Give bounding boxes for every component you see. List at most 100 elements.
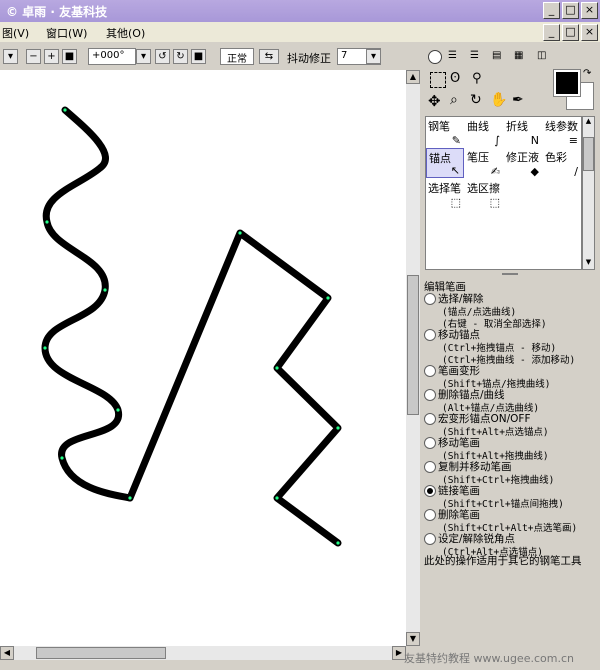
anchor-point bbox=[238, 231, 242, 235]
canvas-toolbar: ▾ − + ■ +000° ▾ ↺ ↻ ■ 正常 ⇆ 抖动修正 7 ▾ bbox=[0, 44, 420, 70]
watermark: 友基特约教程 www.ugee.com.cn bbox=[404, 652, 574, 665]
anchor-point bbox=[60, 456, 64, 460]
stroke-layer[interactable] bbox=[0, 70, 406, 646]
stabilizer-label: 抖动修正 bbox=[287, 52, 331, 65]
foreground-color-front[interactable] bbox=[553, 69, 581, 97]
rgb-slider-icon[interactable]: ☰ bbox=[448, 50, 464, 64]
color-brush-icon: ∕ bbox=[574, 165, 578, 178]
option-radio-6[interactable] bbox=[424, 461, 436, 473]
toolbar-menu-arrow-icon[interactable]: ▾ bbox=[3, 49, 18, 64]
rotate-icon[interactable]: ↻ bbox=[470, 92, 482, 108]
doc-minimize-button[interactable]: _ bbox=[543, 24, 560, 41]
option-radio-9[interactable] bbox=[424, 533, 436, 545]
mixer-icon[interactable]: ▦ bbox=[514, 50, 530, 64]
tool-select-pen[interactable]: 选择笔 ⬚ bbox=[426, 179, 464, 209]
stabilizer-dropdown-icon[interactable]: ▾ bbox=[366, 49, 381, 64]
scroll-down-icon[interactable]: ▼ bbox=[406, 632, 420, 646]
tool-pen[interactable]: 钢笔 ✎ bbox=[426, 117, 464, 147]
hand-icon[interactable]: ✋ bbox=[490, 92, 507, 108]
title-bar: © 卓雨 · 友基科技 _ □ × bbox=[0, 0, 600, 22]
lasso-icon[interactable]: ʘ bbox=[450, 71, 460, 86]
tool-select-erase[interactable]: 选区擦 ⬚ bbox=[465, 179, 503, 209]
anchor-cursor-icon: ↖ bbox=[450, 164, 460, 177]
tool-polyline[interactable]: 折线 N bbox=[504, 117, 542, 147]
panel-splitter[interactable] bbox=[502, 273, 518, 275]
anchor-point bbox=[43, 346, 47, 350]
rect-select-icon[interactable] bbox=[430, 72, 446, 88]
tool-line-params[interactable]: 线参数 ≡ bbox=[543, 117, 581, 147]
option-radio-3[interactable] bbox=[424, 389, 436, 401]
pen-icon: ✎ bbox=[451, 134, 461, 147]
eraser-icon: ◆ bbox=[530, 165, 539, 178]
zoom-reset-icon[interactable]: ■ bbox=[62, 49, 77, 64]
window-title: © 卓雨 · 友基科技 bbox=[6, 5, 108, 19]
pressure-icon: ✍ bbox=[490, 165, 500, 178]
doc-close-button[interactable]: × bbox=[581, 24, 598, 41]
scroll-left-icon[interactable]: ◀ bbox=[0, 646, 14, 660]
option-radio-5[interactable] bbox=[424, 437, 436, 449]
scratch-icon[interactable]: ◫ bbox=[537, 50, 553, 64]
close-button[interactable]: × bbox=[581, 2, 598, 19]
hsv-slider-icon[interactable]: ☰ bbox=[470, 50, 486, 64]
menu-bar: 图(V) 窗口(W) 其他(O) _ □ × bbox=[0, 22, 600, 42]
option-radio-0[interactable] bbox=[424, 293, 436, 305]
menu-window[interactable]: 窗口(W) bbox=[46, 25, 87, 41]
tool-scroll-down-icon[interactable]: ▼ bbox=[583, 258, 594, 269]
curve-icon: ∫ bbox=[494, 134, 500, 147]
tool-scroll-up-icon[interactable]: ▲ bbox=[583, 117, 594, 128]
option-radio-1[interactable] bbox=[424, 329, 436, 341]
tool-grid-scrollbar[interactable]: ▲ ▼ bbox=[582, 116, 595, 270]
tool-scroll-thumb[interactable] bbox=[583, 137, 594, 171]
horizontal-scroll-thumb[interactable] bbox=[36, 647, 166, 659]
anchor-point bbox=[63, 108, 67, 112]
rotate-cw-icon[interactable]: ↻ bbox=[173, 49, 188, 64]
doc-restore-button[interactable]: □ bbox=[562, 24, 579, 41]
magic-wand-icon[interactable]: ⚲ bbox=[472, 71, 482, 86]
swap-colors-icon[interactable]: ↷ bbox=[583, 68, 591, 79]
option-radio-4[interactable] bbox=[424, 413, 436, 425]
vertical-scroll-thumb[interactable] bbox=[407, 275, 419, 415]
scroll-up-icon[interactable]: ▲ bbox=[406, 70, 420, 84]
anchor-point bbox=[45, 220, 49, 224]
line-params-icon: ≡ bbox=[568, 134, 578, 147]
tool-curve[interactable]: 曲线 ∫ bbox=[465, 117, 503, 147]
zoom-in-icon[interactable]: + bbox=[44, 49, 59, 64]
rotation-field[interactable]: +000° bbox=[88, 48, 136, 65]
option-radio-8[interactable] bbox=[424, 509, 436, 521]
options-footer: 此处的操作适用于其它的钢笔工具 bbox=[424, 555, 582, 567]
horizontal-scrollbar[interactable]: ◀ ▶ bbox=[0, 646, 406, 660]
move-icon[interactable]: ✥ bbox=[428, 92, 441, 110]
color-wheel-icon[interactable] bbox=[428, 50, 442, 64]
select-pen-icon: ⬚ bbox=[450, 196, 461, 209]
anchor-point bbox=[128, 496, 132, 500]
zoom-out-icon[interactable]: − bbox=[26, 49, 41, 64]
swatch-icon[interactable]: ▤ bbox=[492, 50, 508, 64]
anchor-point bbox=[116, 408, 120, 412]
drawing-canvas[interactable] bbox=[0, 70, 406, 646]
zigzag-stroke bbox=[126, 229, 342, 547]
rotation-dropdown-icon[interactable]: ▾ bbox=[136, 49, 151, 64]
tool-correction[interactable]: 修正液 ◆ bbox=[504, 148, 542, 178]
anchor-point bbox=[103, 288, 107, 292]
rotate-ccw-icon[interactable]: ↺ bbox=[155, 49, 170, 64]
select-erase-icon: ⬚ bbox=[489, 196, 500, 209]
flip-icon[interactable]: ⇆ bbox=[259, 49, 279, 64]
anchor-point bbox=[326, 296, 330, 300]
rotate-reset-icon[interactable]: ■ bbox=[191, 49, 206, 64]
zoom-icon[interactable]: ⌕ bbox=[450, 92, 458, 108]
option-radio-7[interactable] bbox=[424, 485, 436, 497]
tool-anchor[interactable]: 锚点 ↖ bbox=[426, 148, 464, 178]
wavy-stroke bbox=[41, 106, 134, 502]
maximize-button[interactable]: □ bbox=[562, 2, 579, 19]
tool-grid: 钢笔 ✎ 曲线 ∫ 折线 N 线参数 ≡ 锚点 ↖ 笔压 ✍ 修正液 ◆ 色彩 ∕ 选择笔 ⬚ 选… bbox=[425, 116, 582, 270]
tool-color[interactable]: 色彩 ∕ bbox=[543, 148, 581, 178]
tool-pressure[interactable]: 笔压 ✍ bbox=[465, 148, 503, 178]
vertical-scrollbar[interactable]: ▲ ▼ bbox=[406, 70, 420, 646]
menu-view[interactable]: 图(V) bbox=[2, 25, 29, 41]
blend-mode-select[interactable]: 正常 bbox=[220, 48, 254, 65]
menu-other[interactable]: 其他(O) bbox=[106, 25, 145, 41]
eyedropper-icon[interactable]: ✒ bbox=[512, 92, 524, 108]
anchor-point bbox=[336, 426, 340, 430]
option-radio-2[interactable] bbox=[424, 365, 436, 377]
minimize-button[interactable]: _ bbox=[543, 2, 560, 19]
